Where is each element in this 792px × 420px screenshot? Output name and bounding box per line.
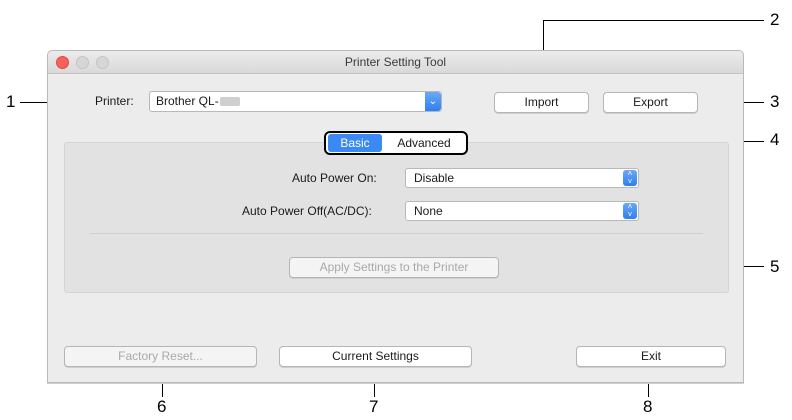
auto-power-on-label: Auto Power On:	[292, 171, 377, 185]
model-number-redacted	[219, 97, 240, 107]
title-bar[interactable]: Printer Setting Tool	[48, 51, 743, 74]
auto-power-on-value: Disable	[414, 171, 455, 185]
printer-setting-window: Printer Setting Tool Printer: Brother QL…	[47, 50, 744, 383]
callout-5: 5	[770, 257, 780, 276]
exit-button[interactable]: Exit	[576, 346, 726, 367]
auto-power-on-select[interactable]: Disable ˄ ˅	[405, 168, 639, 188]
callout-4: 4	[770, 130, 780, 149]
callout-1: 1	[6, 92, 16, 111]
auto-power-off-select[interactable]: None ˄ ˅	[405, 201, 639, 221]
import-button[interactable]: Import	[494, 92, 589, 113]
printer-label: Printer:	[95, 94, 134, 108]
callout-3: 3	[770, 92, 780, 111]
settings-divider	[90, 233, 703, 234]
printer-value: Brother QL-	[156, 94, 240, 108]
callout-2: 2	[770, 10, 780, 29]
tab-advanced[interactable]: Advanced	[384, 133, 464, 153]
updown-chevron-icon: ˄ ˅	[623, 203, 637, 219]
factory-reset-button[interactable]: Factory Reset...	[64, 346, 257, 367]
chevron-down-icon[interactable]: ⌄	[425, 92, 441, 111]
current-settings-button[interactable]: Current Settings	[279, 346, 472, 367]
tab-basic[interactable]: Basic	[328, 134, 382, 152]
auto-power-off-value: None	[414, 204, 443, 218]
callout-line-2-h	[543, 20, 764, 21]
printer-select[interactable]: Brother QL- ⌄	[149, 91, 442, 112]
callout-6: 6	[157, 397, 167, 416]
apply-settings-button[interactable]: Apply Settings to the Printer	[289, 257, 499, 278]
window-title: Printer Setting Tool	[344, 55, 447, 69]
callout-7: 7	[369, 397, 379, 416]
export-button[interactable]: Export	[603, 92, 698, 113]
tab-switcher: Basic Advanced	[324, 131, 468, 155]
auto-power-off-label: Auto Power Off(AC/DC):	[242, 204, 372, 218]
callout-8: 8	[643, 397, 653, 416]
updown-chevron-icon: ˄ ˅	[623, 170, 637, 186]
